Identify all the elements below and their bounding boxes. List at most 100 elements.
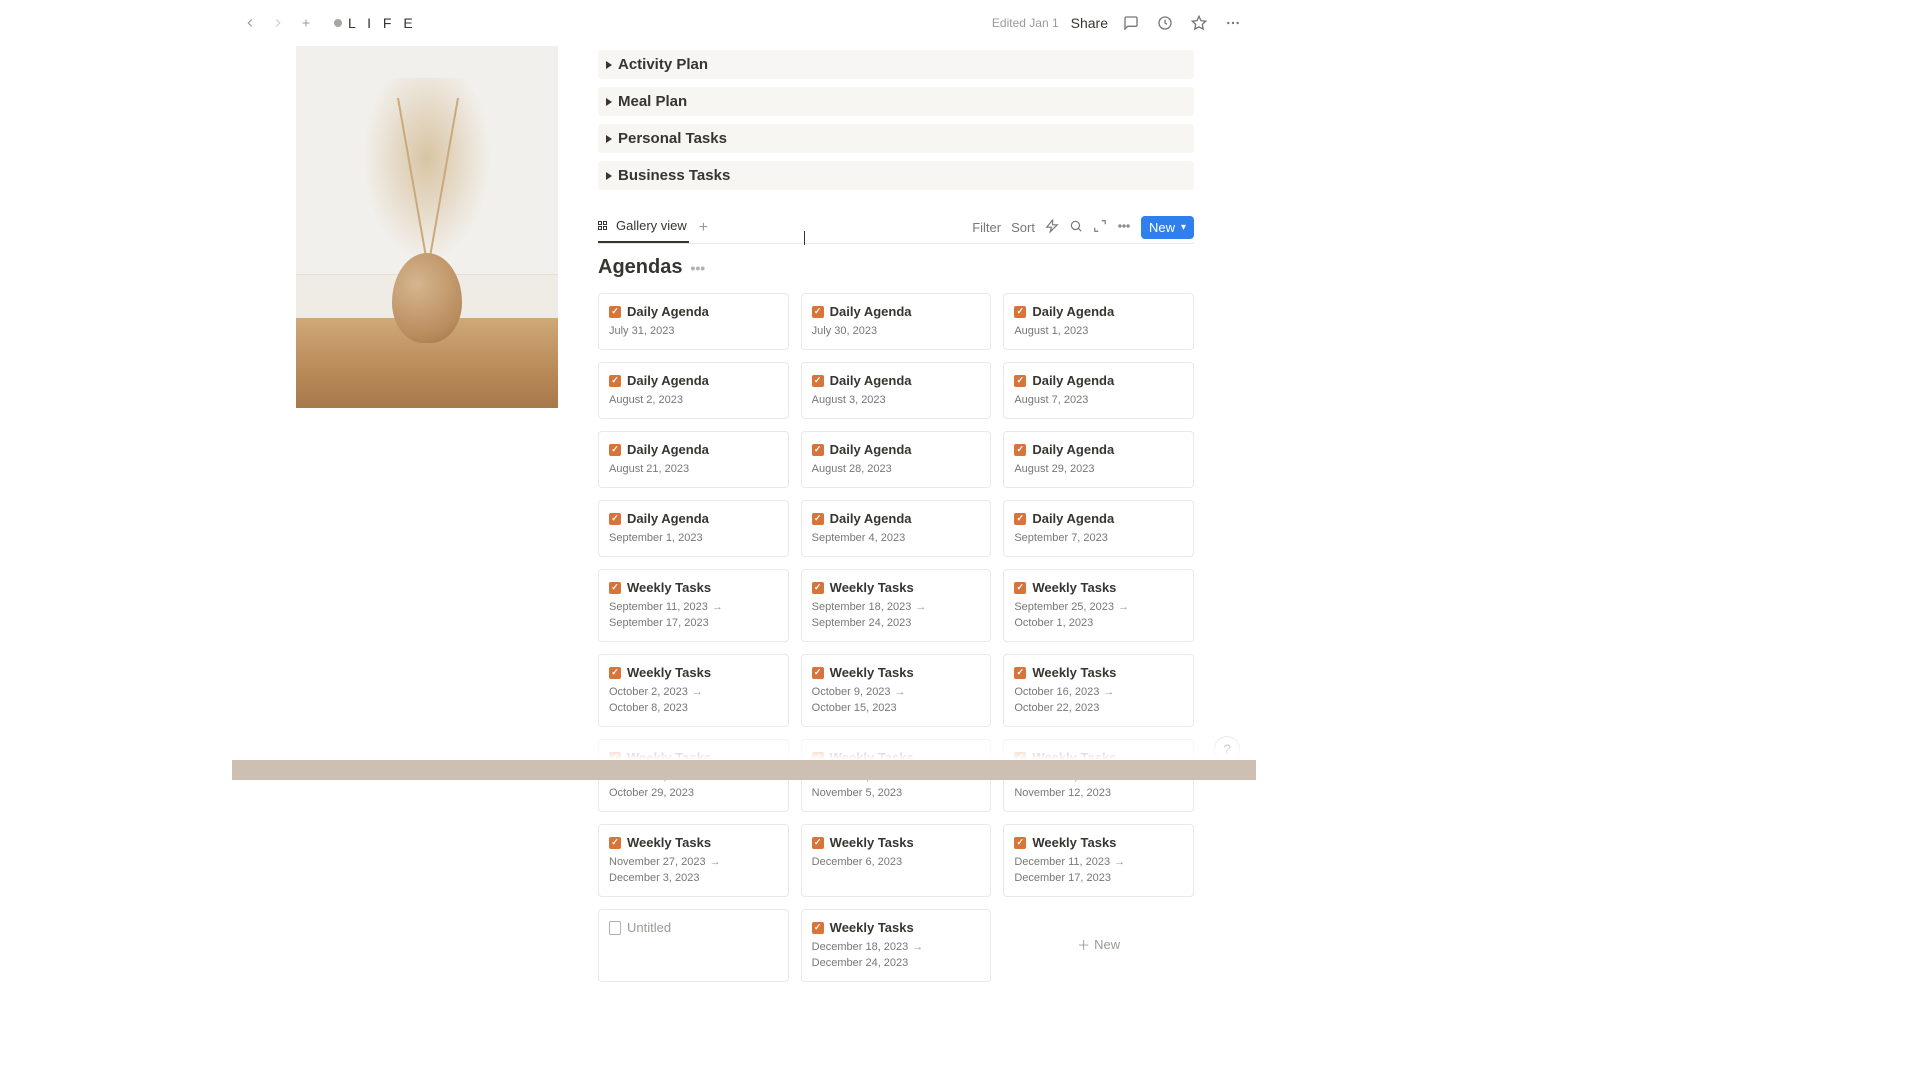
arrow-right-icon: → bbox=[712, 601, 723, 613]
ellipsis-icon bbox=[1225, 15, 1241, 31]
database-title-options[interactable]: ••• bbox=[690, 260, 705, 276]
gallery-card[interactable]: ✓Weekly TasksDecember 18, 2023→December … bbox=[801, 909, 992, 982]
gallery-card[interactable]: ✓Weekly TasksDecember 11, 2023→December … bbox=[1003, 824, 1194, 897]
gallery-card[interactable]: ✓Weekly TasksNovember 27, 2023→December … bbox=[598, 824, 789, 897]
nav-back-button[interactable] bbox=[238, 11, 262, 35]
checkbox-icon: ✓ bbox=[609, 306, 621, 318]
plus-icon: ＋ bbox=[1077, 935, 1090, 954]
card-date: October 16, 2023→October 22, 2023 bbox=[1014, 686, 1183, 714]
checkbox-icon: ✓ bbox=[609, 444, 621, 456]
gallery-card[interactable]: ✓Daily AgendaJuly 30, 2023 bbox=[801, 293, 992, 350]
gallery-card[interactable]: ✓ Daily Agenda July 31, 2023 bbox=[598, 293, 789, 350]
comments-button[interactable] bbox=[1120, 12, 1142, 34]
search-button[interactable] bbox=[1069, 219, 1083, 236]
gallery-card[interactable]: ✓Weekly TasksSeptember 18, 2023→Septembe… bbox=[801, 569, 992, 642]
text-cursor bbox=[804, 231, 805, 245]
comment-icon bbox=[1123, 15, 1139, 31]
card-title: Daily Agenda bbox=[627, 304, 709, 319]
card-title: Daily Agenda bbox=[627, 511, 709, 526]
arrow-right-icon: → bbox=[1114, 856, 1125, 868]
checkbox-icon: ✓ bbox=[1014, 306, 1026, 318]
card-date: September 7, 2023 bbox=[1014, 532, 1183, 544]
gallery-card[interactable]: ✓Daily AgendaAugust 1, 2023 bbox=[1003, 293, 1194, 350]
card-date: August 3, 2023 bbox=[812, 394, 981, 406]
toggle-label: Activity Plan bbox=[618, 56, 708, 73]
toggle-business-tasks[interactable]: Business Tasks bbox=[598, 161, 1194, 190]
gallery-card[interactable]: ✓Weekly TasksSeptember 11, 2023→Septembe… bbox=[598, 569, 789, 642]
gallery-card[interactable]: ✓Daily AgendaAugust 21, 2023 bbox=[598, 431, 789, 488]
gallery-card[interactable]: ✓Weekly TasksOctober 16, 2023→October 22… bbox=[1003, 654, 1194, 727]
card-date: September 4, 2023 bbox=[812, 532, 981, 544]
gallery-card[interactable]: ✓Weekly TasksSeptember 25, 2023→October … bbox=[1003, 569, 1194, 642]
gallery-card[interactable]: Untitled bbox=[598, 909, 789, 982]
checkbox-icon: ✓ bbox=[812, 922, 824, 934]
share-button[interactable]: Share bbox=[1071, 15, 1108, 31]
sort-button[interactable]: Sort bbox=[1011, 220, 1035, 235]
lightning-icon bbox=[1045, 219, 1059, 233]
arrow-right-icon: → bbox=[710, 856, 721, 868]
new-button[interactable]: New ▾ bbox=[1141, 216, 1194, 239]
card-date: August 28, 2023 bbox=[812, 463, 981, 475]
gallery-card[interactable]: ✓Weekly TasksOctober 2, 2023→October 8, … bbox=[598, 654, 789, 727]
card-title: Daily Agenda bbox=[1032, 442, 1114, 457]
card-date: October 9, 2023→October 15, 2023 bbox=[812, 686, 981, 714]
gallery-card[interactable]: ✓Daily AgendaAugust 7, 2023 bbox=[1003, 362, 1194, 419]
card-title: Daily Agenda bbox=[1032, 373, 1114, 388]
card-date: August 2, 2023 bbox=[609, 394, 778, 406]
view-tab-label: Gallery view bbox=[616, 218, 687, 233]
gallery-card[interactable]: ✓Weekly TasksOctober 9, 2023→October 15,… bbox=[801, 654, 992, 727]
new-card-label: New bbox=[1094, 937, 1120, 952]
card-title: Daily Agenda bbox=[830, 442, 912, 457]
new-tab-button[interactable] bbox=[294, 11, 318, 35]
chevron-right-icon bbox=[271, 16, 285, 30]
arrow-right-icon: → bbox=[915, 601, 926, 613]
card-title: Daily Agenda bbox=[1032, 304, 1114, 319]
checkbox-icon: ✓ bbox=[1014, 513, 1026, 525]
favorite-button[interactable] bbox=[1188, 12, 1210, 34]
more-button[interactable] bbox=[1222, 12, 1244, 34]
page-icon bbox=[609, 921, 621, 935]
page-emoji-icon bbox=[334, 19, 342, 27]
plus-icon bbox=[300, 17, 312, 29]
gallery-card[interactable]: ✓Daily AgendaSeptember 1, 2023 bbox=[598, 500, 789, 557]
card-title: Daily Agenda bbox=[830, 511, 912, 526]
gallery-card[interactable]: ✓Daily AgendaAugust 3, 2023 bbox=[801, 362, 992, 419]
new-card-button[interactable]: ＋ New bbox=[1003, 909, 1194, 982]
add-view-button[interactable]: + bbox=[695, 219, 712, 237]
topbar: L I F E Edited Jan 1 Share bbox=[232, 0, 1256, 45]
filter-button[interactable]: Filter bbox=[972, 220, 1001, 235]
help-button[interactable]: ? bbox=[1214, 736, 1240, 762]
breadcrumb[interactable]: L I F E bbox=[328, 13, 423, 33]
checkbox-icon: ✓ bbox=[1014, 837, 1026, 849]
card-date: August 29, 2023 bbox=[1014, 463, 1183, 475]
automations-button[interactable] bbox=[1045, 219, 1059, 236]
arrow-right-icon: → bbox=[912, 941, 923, 953]
nav-forward-button[interactable] bbox=[266, 11, 290, 35]
gallery-grid: ✓ Daily Agenda July 31, 2023 ✓Daily AgendaJ… bbox=[598, 293, 1194, 982]
gallery-card[interactable]: ✓Daily AgendaSeptember 4, 2023 bbox=[801, 500, 992, 557]
toggle-activity-plan[interactable]: Activity Plan bbox=[598, 50, 1194, 79]
card-date: November 27, 2023→December 3, 2023 bbox=[609, 856, 778, 884]
checkbox-icon: ✓ bbox=[1014, 582, 1026, 594]
toggle-label: Business Tasks bbox=[618, 167, 730, 184]
gallery-card[interactable]: ✓Daily AgendaAugust 2, 2023 bbox=[598, 362, 789, 419]
gallery-card[interactable]: ✓Weekly TasksDecember 6, 2023 bbox=[801, 824, 992, 897]
expand-button[interactable] bbox=[1093, 219, 1107, 236]
card-title: Weekly Tasks bbox=[830, 580, 914, 595]
toggle-personal-tasks[interactable]: Personal Tasks bbox=[598, 124, 1194, 153]
chevron-left-icon bbox=[243, 16, 257, 30]
card-date: July 31, 2023 bbox=[609, 325, 778, 337]
arrow-right-icon: → bbox=[1118, 601, 1129, 613]
triangle-right-icon bbox=[606, 135, 612, 143]
checkbox-icon: ✓ bbox=[812, 837, 824, 849]
database-title[interactable]: Agendas bbox=[598, 256, 682, 279]
gallery-card[interactable]: ✓Daily AgendaAugust 28, 2023 bbox=[801, 431, 992, 488]
card-title: Weekly Tasks bbox=[627, 835, 711, 850]
view-options-button[interactable] bbox=[1117, 219, 1131, 236]
gallery-card[interactable]: ✓Daily AgendaSeptember 7, 2023 bbox=[1003, 500, 1194, 557]
toggle-meal-plan[interactable]: Meal Plan bbox=[598, 87, 1194, 116]
search-icon bbox=[1069, 219, 1083, 233]
view-tab-gallery[interactable]: Gallery view bbox=[598, 212, 689, 243]
gallery-card[interactable]: ✓Daily AgendaAugust 29, 2023 bbox=[1003, 431, 1194, 488]
updates-button[interactable] bbox=[1154, 12, 1176, 34]
